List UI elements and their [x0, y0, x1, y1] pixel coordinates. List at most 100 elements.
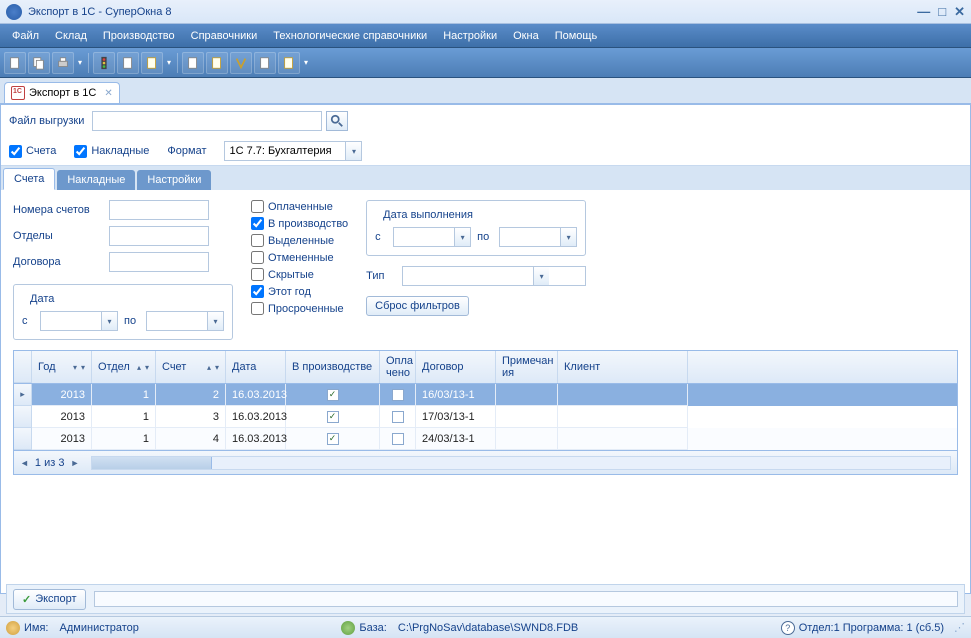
exec-from-label: с	[375, 231, 387, 243]
nav-next-icon[interactable]: ►	[70, 458, 79, 468]
chevron-down-icon[interactable]: ▾	[207, 312, 223, 330]
cell-client	[558, 428, 688, 450]
tool-new-icon[interactable]	[4, 52, 26, 74]
file-row: Файл выгрузки	[1, 105, 970, 137]
doc-tab-close-icon[interactable]: ✕	[104, 88, 112, 99]
col-year[interactable]: Год▾▾	[32, 351, 92, 383]
minimize-button[interactable]: —	[917, 4, 930, 20]
sub-tabs: Счета Накладные Настройки	[1, 166, 970, 190]
cell-acct: 4	[156, 428, 226, 450]
tool-traffic-icon[interactable]	[93, 52, 115, 74]
menu-warehouse[interactable]: Склад	[47, 26, 95, 46]
toolbar: ▾ ▾ ▾	[0, 48, 971, 78]
exec-from-input[interactable]: ▾	[393, 227, 471, 247]
date-legend: Дата	[26, 293, 58, 305]
file-input[interactable]	[92, 111, 322, 131]
chk-hidden[interactable]: Скрытые	[251, 268, 348, 281]
export-button[interactable]: Экспорт	[13, 589, 86, 610]
chevron-down-icon[interactable]: ▾	[101, 312, 117, 330]
nav-prev-icon[interactable]: ◄	[20, 458, 29, 468]
reset-filters-button[interactable]: Сброс фильтров	[366, 296, 469, 316]
date-from-input[interactable]: ▾	[40, 311, 118, 331]
tool-e-icon[interactable]	[278, 52, 300, 74]
scrollbar-thumb[interactable]	[92, 457, 212, 469]
col-dept[interactable]: Отдел▴▾	[92, 351, 156, 383]
chevron-down-icon[interactable]: ▾	[454, 228, 470, 246]
format-select[interactable]: ▾	[224, 141, 362, 161]
cell-inprod[interactable]	[286, 406, 380, 428]
close-button[interactable]: ✕	[954, 4, 965, 20]
row-indicator	[14, 428, 32, 450]
chk-thisyear[interactable]: Этот год	[251, 285, 348, 298]
tool-d-icon[interactable]	[254, 52, 276, 74]
exec-to-input[interactable]: ▾	[499, 227, 577, 247]
tool-c-icon[interactable]	[230, 52, 252, 74]
date-to-label: по	[124, 315, 140, 327]
grid-navigator: ◄ 1 из 3 ►	[13, 451, 958, 475]
chk-inprod[interactable]: В производство	[251, 217, 348, 230]
icon-1c	[11, 86, 25, 100]
type-select[interactable]: ▾	[402, 266, 586, 286]
checkbox-invoices[interactable]: Накладные	[74, 145, 149, 158]
cell-paid[interactable]	[380, 406, 416, 428]
menu-tech-catalog[interactable]: Технологические справочники	[265, 26, 435, 46]
tool-copy-icon[interactable]	[28, 52, 50, 74]
menu-file[interactable]: Файл	[4, 26, 47, 46]
cell-paid[interactable]	[380, 384, 416, 406]
table-row[interactable]: 20131416.03.201324/03/13-1	[14, 428, 957, 450]
date-fieldset: Дата с ▾ по ▾	[13, 284, 233, 340]
chk-selected[interactable]: Выделенные	[251, 234, 348, 247]
tool-dropdown2-icon[interactable]: ▾	[165, 52, 173, 74]
cell-client	[558, 384, 688, 406]
contracts-input[interactable]	[109, 252, 209, 272]
menu-catalog[interactable]: Справочники	[183, 26, 266, 46]
status-right: ? Отдел:1 Программа: 1 (сб.5)	[781, 621, 944, 635]
menu-settings[interactable]: Настройки	[435, 26, 505, 46]
tool-dropdown3-icon[interactable]: ▾	[302, 52, 310, 74]
col-date[interactable]: Дата	[226, 351, 286, 383]
menu-help[interactable]: Помощь	[547, 26, 606, 46]
tool-dropdown-icon[interactable]: ▾	[76, 52, 84, 74]
col-inprod[interactable]: В производстве	[286, 351, 380, 383]
acctnums-input[interactable]	[109, 200, 209, 220]
tab-invoices[interactable]: Накладные	[57, 170, 135, 190]
col-acct[interactable]: Счет▴▾	[156, 351, 226, 383]
tool-a-icon[interactable]	[182, 52, 204, 74]
table-row[interactable]: 20131316.03.201317/03/13-1	[14, 406, 957, 428]
tool-doc1-icon[interactable]	[117, 52, 139, 74]
col-note[interactable]: Примечан ия	[496, 351, 558, 383]
col-contract[interactable]: Договор	[416, 351, 496, 383]
resize-grip-icon[interactable]: ⋰	[954, 621, 965, 634]
col-paid[interactable]: Опла чено	[380, 351, 416, 383]
browse-button[interactable]	[326, 111, 348, 131]
col-client[interactable]: Клиент	[558, 351, 688, 383]
cell-dept: 1	[92, 428, 156, 450]
menu-windows[interactable]: Окна	[505, 26, 547, 46]
h-scrollbar[interactable]	[91, 456, 951, 470]
checkbox-accounts[interactable]: Счета	[9, 145, 56, 158]
cell-inprod[interactable]	[286, 428, 380, 450]
cell-inprod[interactable]	[286, 384, 380, 406]
exec-date-fieldset: Дата выполнения с ▾ по ▾	[366, 200, 586, 256]
date-from-label: с	[22, 315, 34, 327]
maximize-button[interactable]: □	[938, 4, 946, 20]
menu-production[interactable]: Производство	[95, 26, 183, 46]
chk-overdue[interactable]: Просроченные	[251, 302, 348, 315]
cell-paid[interactable]	[380, 428, 416, 450]
cell-acct: 2	[156, 384, 226, 406]
chevron-down-icon[interactable]: ▾	[560, 228, 576, 246]
chevron-down-icon[interactable]: ▾	[533, 267, 549, 285]
cell-date: 16.03.2013	[226, 406, 286, 428]
tab-accounts[interactable]: Счета	[3, 168, 55, 190]
chk-paid[interactable]: Оплаченные	[251, 200, 348, 213]
doc-tab-export1c[interactable]: Экспорт в 1С ✕	[4, 82, 120, 103]
tool-b-icon[interactable]	[206, 52, 228, 74]
tool-doc2-icon[interactable]	[141, 52, 163, 74]
chk-cancelled[interactable]: Отмененные	[251, 251, 348, 264]
tab-settings[interactable]: Настройки	[137, 170, 211, 190]
tool-print-icon[interactable]	[52, 52, 74, 74]
date-to-input[interactable]: ▾	[146, 311, 224, 331]
chevron-down-icon[interactable]: ▾	[345, 142, 361, 160]
table-row[interactable]: ▸20131216.03.201316/03/13-1	[14, 384, 957, 406]
depts-input[interactable]	[109, 226, 209, 246]
